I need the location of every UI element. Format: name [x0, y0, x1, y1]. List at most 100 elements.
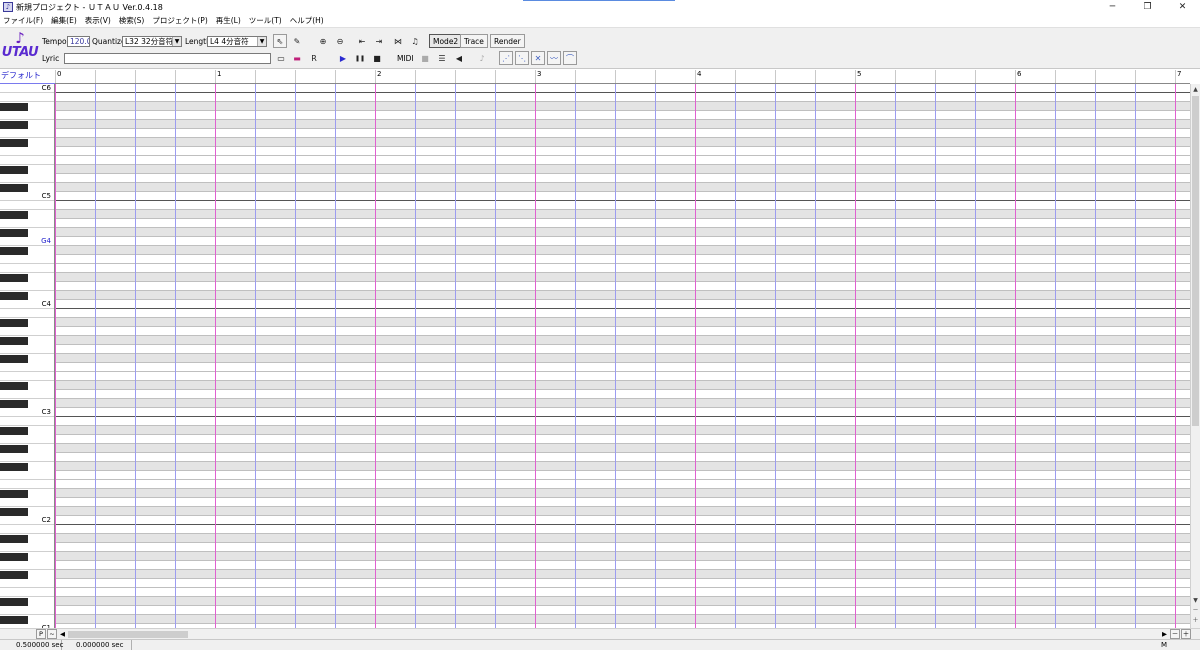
black-key[interactable]: [0, 616, 28, 624]
beat-line: [815, 84, 816, 628]
menu-project[interactable]: プロジェクト(P): [152, 15, 207, 26]
ruler-tick: [775, 70, 776, 83]
scroll-right-icon[interactable]: ▶: [1160, 629, 1169, 639]
bar-line: [1015, 84, 1016, 628]
scroll-left-icon[interactable]: ◀: [58, 629, 67, 639]
pointer-tool-icon[interactable]: ⇖: [273, 34, 287, 48]
black-key[interactable]: [0, 292, 28, 300]
black-key[interactable]: [0, 382, 28, 390]
black-key[interactable]: [0, 598, 28, 606]
trace-button[interactable]: Trace: [460, 34, 488, 48]
black-key[interactable]: [0, 463, 28, 471]
menu-search[interactable]: 検索(S): [119, 15, 145, 26]
wave-toggle-button[interactable]: ~: [47, 629, 57, 639]
restore-button[interactable]: ❐: [1130, 0, 1165, 14]
menu-file[interactable]: ファイル(F): [3, 15, 43, 26]
black-key[interactable]: [0, 121, 28, 129]
black-key[interactable]: [0, 229, 28, 237]
mode2-button[interactable]: Mode2: [429, 34, 463, 48]
track-name[interactable]: デフォルト: [0, 70, 55, 84]
horizontal-scrollbar[interactable]: P ~ ◀ ▶ － ＋: [0, 628, 1200, 639]
go-end-icon[interactable]: ⇥: [372, 34, 386, 48]
stop-icon[interactable]: ■: [370, 51, 384, 65]
hzoom-plus-icon[interactable]: ＋: [1181, 629, 1191, 639]
envelope-3-icon[interactable]: ✕: [531, 51, 545, 65]
white-key-divider: [0, 524, 54, 525]
black-key[interactable]: [0, 400, 28, 408]
menu-view[interactable]: 表示(V): [85, 15, 111, 26]
piano-roll-grid[interactable]: [55, 84, 1190, 628]
black-key[interactable]: [0, 571, 28, 579]
bar-line: [215, 84, 216, 628]
vzoom-minus-icon[interactable]: －: [1191, 606, 1200, 616]
black-key[interactable]: [0, 184, 28, 192]
piano-keyboard[interactable]: C6 C5 G4 C4 C3 C2 C1: [0, 84, 55, 628]
pitch-toggle-button[interactable]: P: [36, 629, 46, 639]
black-key[interactable]: [0, 139, 28, 147]
black-key[interactable]: [0, 445, 28, 453]
beat-line: [295, 84, 296, 628]
menu-playback[interactable]: 再生(L): [216, 15, 241, 26]
vertical-scroll-thumb[interactable]: [1192, 96, 1199, 426]
key-label: C2: [41, 516, 51, 524]
speaker-icon[interactable]: ◀: [452, 51, 466, 65]
midi-tool-icon[interactable]: ♪: [475, 51, 489, 65]
midi-stop-icon[interactable]: ■: [418, 51, 432, 65]
envelope-2-icon[interactable]: ⋱: [515, 51, 529, 65]
pause-icon[interactable]: ❚❚: [353, 51, 367, 65]
menu-tools[interactable]: ツール(T): [249, 15, 282, 26]
black-key[interactable]: [0, 490, 28, 498]
vzoom-plus-icon[interactable]: ＋: [1191, 616, 1200, 626]
scroll-down-icon[interactable]: ▼: [1191, 596, 1200, 606]
bar-ruler[interactable]: 0 1 2 3 4 5 6 7: [55, 70, 1190, 84]
black-key[interactable]: [0, 274, 28, 282]
note-split-icon[interactable]: ⋈: [391, 34, 405, 48]
white-key-divider: [0, 425, 54, 426]
black-key[interactable]: [0, 427, 28, 435]
envelope-5-icon[interactable]: ⌒: [563, 51, 577, 65]
vertical-scrollbar[interactable]: ▲ ▼ － ＋: [1190, 84, 1200, 628]
pencil-tool-icon[interactable]: ✎: [290, 34, 304, 48]
menu-edit[interactable]: 編集(E): [51, 15, 77, 26]
zoom-in-icon[interactable]: ⊕: [316, 34, 330, 48]
menu-help[interactable]: ヘルプ(H): [290, 15, 324, 26]
tempo-field[interactable]: 120.0: [67, 36, 90, 47]
minimize-button[interactable]: ─: [1095, 0, 1130, 14]
envelope-4-icon[interactable]: 〰: [547, 51, 561, 65]
black-key[interactable]: [0, 535, 28, 543]
length-select[interactable]: L4 4分音符 ▼: [207, 36, 267, 47]
ruler-tick: [695, 70, 696, 83]
black-key[interactable]: [0, 553, 28, 561]
region-tool-a-icon[interactable]: ▭: [274, 51, 288, 65]
zoom-out-icon[interactable]: ⊖: [333, 34, 347, 48]
ruler-tick: [1135, 70, 1136, 83]
horizontal-scroll-thumb[interactable]: [68, 631, 188, 638]
white-key-divider: [0, 596, 54, 597]
envelope-1-icon[interactable]: ⋰: [499, 51, 513, 65]
black-key[interactable]: [0, 319, 28, 327]
black-key[interactable]: [0, 103, 28, 111]
quantize-select[interactable]: L32 32分音符 ▼: [122, 36, 182, 47]
lyric-input[interactable]: [64, 53, 271, 64]
black-key[interactable]: [0, 337, 28, 345]
render-button[interactable]: Render: [490, 34, 525, 48]
beat-line: [615, 84, 616, 628]
white-key-divider: [0, 137, 54, 138]
hzoom-minus-icon[interactable]: －: [1170, 629, 1180, 639]
region-tool-r-icon[interactable]: R: [307, 51, 321, 65]
ruler-tick: [335, 70, 336, 83]
black-key[interactable]: [0, 508, 28, 516]
note-merge-icon[interactable]: ♫: [408, 34, 422, 48]
beat-line: [735, 84, 736, 628]
close-button[interactable]: ✕: [1165, 0, 1200, 14]
scroll-up-icon[interactable]: ▲: [1191, 85, 1200, 95]
black-key[interactable]: [0, 355, 28, 363]
black-key[interactable]: [0, 211, 28, 219]
black-key[interactable]: [0, 166, 28, 174]
midi-list-icon[interactable]: ☰: [435, 51, 449, 65]
title-accent-line: [523, 0, 675, 1]
black-key[interactable]: [0, 247, 28, 255]
play-icon[interactable]: ▶: [336, 51, 350, 65]
region-tool-b-icon[interactable]: ▬: [290, 51, 304, 65]
go-start-icon[interactable]: ⇤: [355, 34, 369, 48]
